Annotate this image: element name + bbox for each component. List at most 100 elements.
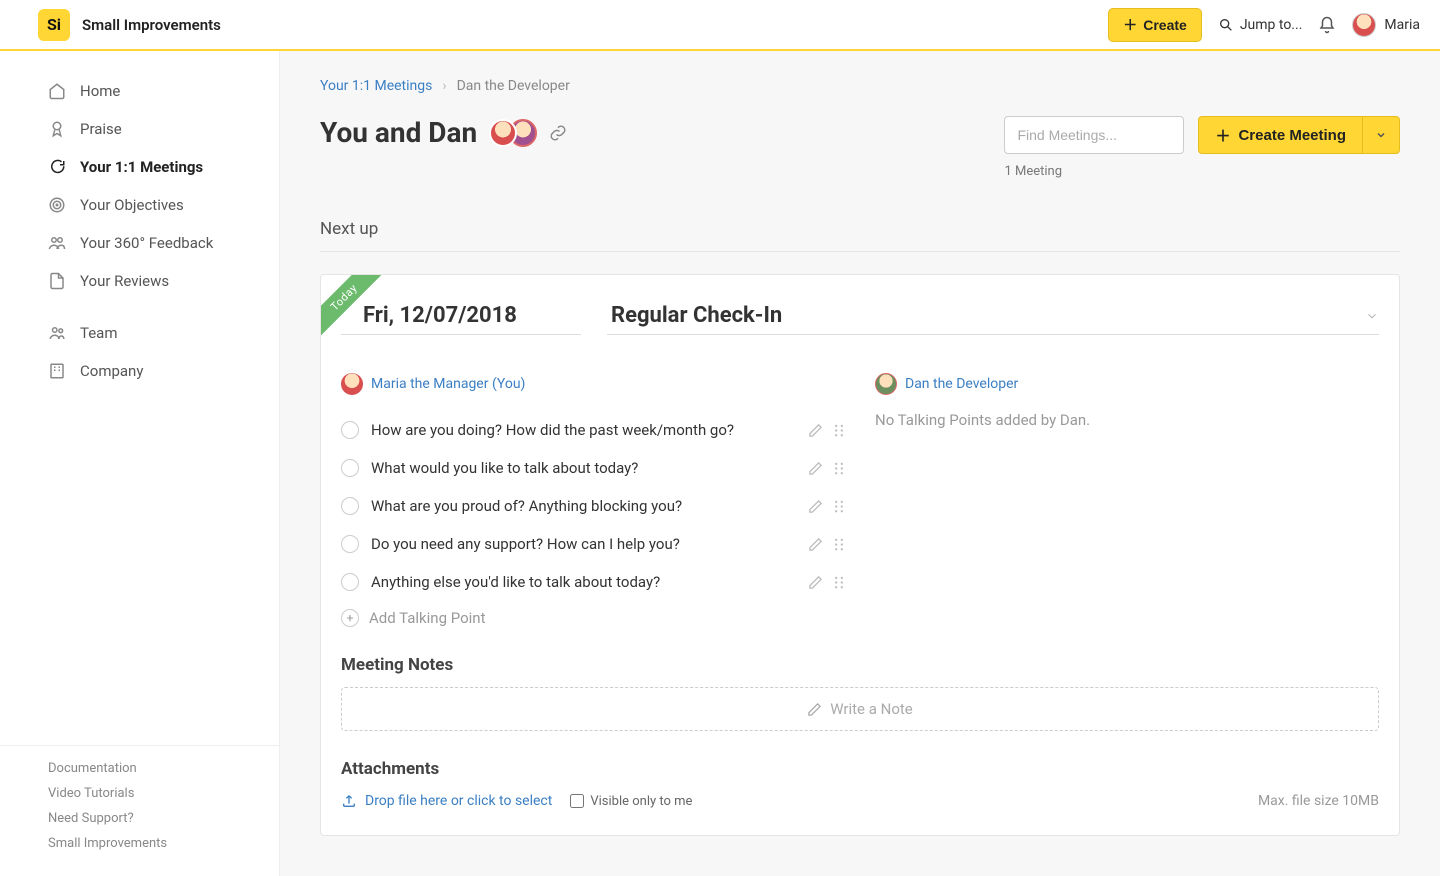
chevron-down-icon xyxy=(1375,129,1387,141)
avatar-icon xyxy=(875,373,897,395)
participant-link[interactable]: Dan the Developer xyxy=(905,376,1018,392)
talking-point-checkbox[interactable] xyxy=(341,573,359,591)
avatar-icon xyxy=(489,119,517,147)
doc-icon xyxy=(48,272,66,290)
talking-point-row: Anything else you'd like to talk about t… xyxy=(341,563,845,601)
sidebar-item-label: Team xyxy=(80,324,118,342)
attachments-heading: Attachments xyxy=(341,759,1379,779)
talking-point-text[interactable]: How are you doing? How did the past week… xyxy=(371,421,796,439)
meeting-subject-field[interactable]: Regular Check-In xyxy=(607,303,1379,335)
footer-link[interactable]: Documentation xyxy=(48,756,251,781)
add-talking-point-label: Add Talking Point xyxy=(369,609,486,627)
notifications-icon[interactable] xyxy=(1318,16,1336,34)
breadcrumb-link[interactable]: Your 1:1 Meetings xyxy=(320,78,432,94)
pencil-icon[interactable] xyxy=(808,423,823,438)
next-up-heading: Next up xyxy=(320,219,1400,252)
create-meeting-button[interactable]: ＋ Create Meeting xyxy=(1198,116,1362,154)
main-content: Your 1:1 Meetings › Dan the Developer Yo… xyxy=(280,50,1440,876)
talking-point-text[interactable]: Anything else you'd like to talk about t… xyxy=(371,573,796,591)
sidebar-item-praise[interactable]: Praise xyxy=(0,110,279,148)
meeting-count: 1 Meeting xyxy=(1004,164,1062,179)
sidebar-item-team[interactable]: Team xyxy=(0,314,279,352)
praise-icon xyxy=(48,120,66,138)
drag-handle-icon[interactable] xyxy=(833,461,845,476)
sidebar-item-label: Company xyxy=(80,362,143,380)
jump-to-button[interactable]: Jump to... xyxy=(1218,17,1303,33)
talking-point-checkbox[interactable] xyxy=(341,421,359,439)
pencil-icon[interactable] xyxy=(808,499,823,514)
sidebar-item-your-1-1-meetings[interactable]: Your 1:1 Meetings xyxy=(0,148,279,186)
copy-link-icon[interactable] xyxy=(549,124,567,142)
max-file-size: Max. file size 10MB xyxy=(1258,793,1379,809)
brand-name: Small Improvements xyxy=(82,16,221,34)
write-note-placeholder: Write a Note xyxy=(830,700,912,718)
add-talking-point-button[interactable]: + Add Talking Point xyxy=(341,609,845,627)
app-header: Si Small Improvements ＋ Create Jump to..… xyxy=(0,0,1440,50)
create-meeting-dropdown[interactable] xyxy=(1362,116,1400,154)
meeting-notes-heading: Meeting Notes xyxy=(341,655,1379,675)
create-meeting-label: Create Meeting xyxy=(1238,127,1346,144)
chat-icon xyxy=(48,158,66,176)
drag-handle-icon[interactable] xyxy=(833,575,845,590)
sidebar-item-company[interactable]: Company xyxy=(0,352,279,390)
talking-point-checkbox[interactable] xyxy=(341,497,359,515)
drop-file-link[interactable]: Drop file here or click to select xyxy=(341,793,552,809)
sidebar-item-your-360-feedback[interactable]: Your 360° Feedback xyxy=(0,224,279,262)
drag-handle-icon[interactable] xyxy=(833,423,845,438)
participant-header-you: Maria the Manager (You) xyxy=(341,373,845,395)
pencil-icon[interactable] xyxy=(808,537,823,552)
sidebar-item-home[interactable]: Home xyxy=(0,72,279,110)
avatar-icon xyxy=(341,373,363,395)
home-icon xyxy=(48,82,66,100)
footer-link[interactable]: Need Support? xyxy=(48,806,251,831)
write-note-input[interactable]: Write a Note xyxy=(341,687,1379,731)
drag-handle-icon[interactable] xyxy=(833,537,845,552)
participant-header-other: Dan the Developer xyxy=(875,373,1379,395)
upload-icon xyxy=(341,793,357,809)
meeting-card: Today Fri, 12/07/2018 Regular Check-In M… xyxy=(320,274,1400,836)
user-avatar-icon xyxy=(1352,13,1376,37)
feedback-icon xyxy=(48,234,66,252)
footer-link[interactable]: Video Tutorials xyxy=(48,781,251,806)
create-button[interactable]: ＋ Create xyxy=(1108,8,1202,42)
talking-point-checkbox[interactable] xyxy=(341,459,359,477)
chevron-down-icon[interactable] xyxy=(1365,309,1379,323)
drop-file-label: Drop file here or click to select xyxy=(365,793,552,809)
talking-point-checkbox[interactable] xyxy=(341,535,359,553)
team-icon xyxy=(48,324,66,342)
jump-label: Jump to... xyxy=(1240,17,1303,33)
talking-point-text[interactable]: What would you like to talk about today? xyxy=(371,459,796,477)
user-menu[interactable]: Maria xyxy=(1352,13,1420,37)
plus-icon: ＋ xyxy=(1123,15,1137,35)
empty-talking-points: No Talking Points added by Dan. xyxy=(875,411,1379,429)
talking-point-row: Do you need any support? How can I help … xyxy=(341,525,845,563)
sidebar-item-label: Praise xyxy=(80,120,122,138)
participant-link[interactable]: Maria the Manager (You) xyxy=(371,376,525,392)
plus-circle-icon: + xyxy=(341,609,359,627)
pencil-icon[interactable] xyxy=(808,575,823,590)
sidebar-item-label: Your Reviews xyxy=(80,272,169,290)
talking-point-text[interactable]: What are you proud of? Anything blocking… xyxy=(371,497,796,515)
footer-link[interactable]: Small Improvements xyxy=(48,831,251,856)
talking-point-row: How are you doing? How did the past week… xyxy=(341,411,845,449)
sidebar-item-label: Your 360° Feedback xyxy=(80,234,213,252)
pencil-icon[interactable] xyxy=(808,461,823,476)
create-label: Create xyxy=(1143,17,1187,33)
plus-icon: ＋ xyxy=(1215,125,1230,146)
talking-point-row: What would you like to talk about today? xyxy=(341,449,845,487)
visible-only-checkbox-input[interactable] xyxy=(570,794,584,808)
brand-logo[interactable]: Si xyxy=(38,9,70,41)
breadcrumb-current: Dan the Developer xyxy=(457,78,570,94)
sidebar-item-your-reviews[interactable]: Your Reviews xyxy=(0,262,279,300)
meeting-subject-text: Regular Check-In xyxy=(611,303,782,328)
sidebar-item-your-objectives[interactable]: Your Objectives xyxy=(0,186,279,224)
visible-only-checkbox[interactable]: Visible only to me xyxy=(570,794,692,809)
talking-point-text[interactable]: Do you need any support? How can I help … xyxy=(371,535,796,553)
sidebar: Home Praise Your 1:1 MeetingsYour Objectiv… xyxy=(0,50,280,876)
find-meetings-input[interactable] xyxy=(1004,116,1184,154)
chevron-right-icon: › xyxy=(442,78,446,94)
meeting-date-field[interactable]: Fri, 12/07/2018 xyxy=(341,303,581,335)
drag-handle-icon[interactable] xyxy=(833,499,845,514)
visible-only-label: Visible only to me xyxy=(590,794,692,809)
sidebar-footer: DocumentationVideo TutorialsNeed Support… xyxy=(0,745,279,856)
